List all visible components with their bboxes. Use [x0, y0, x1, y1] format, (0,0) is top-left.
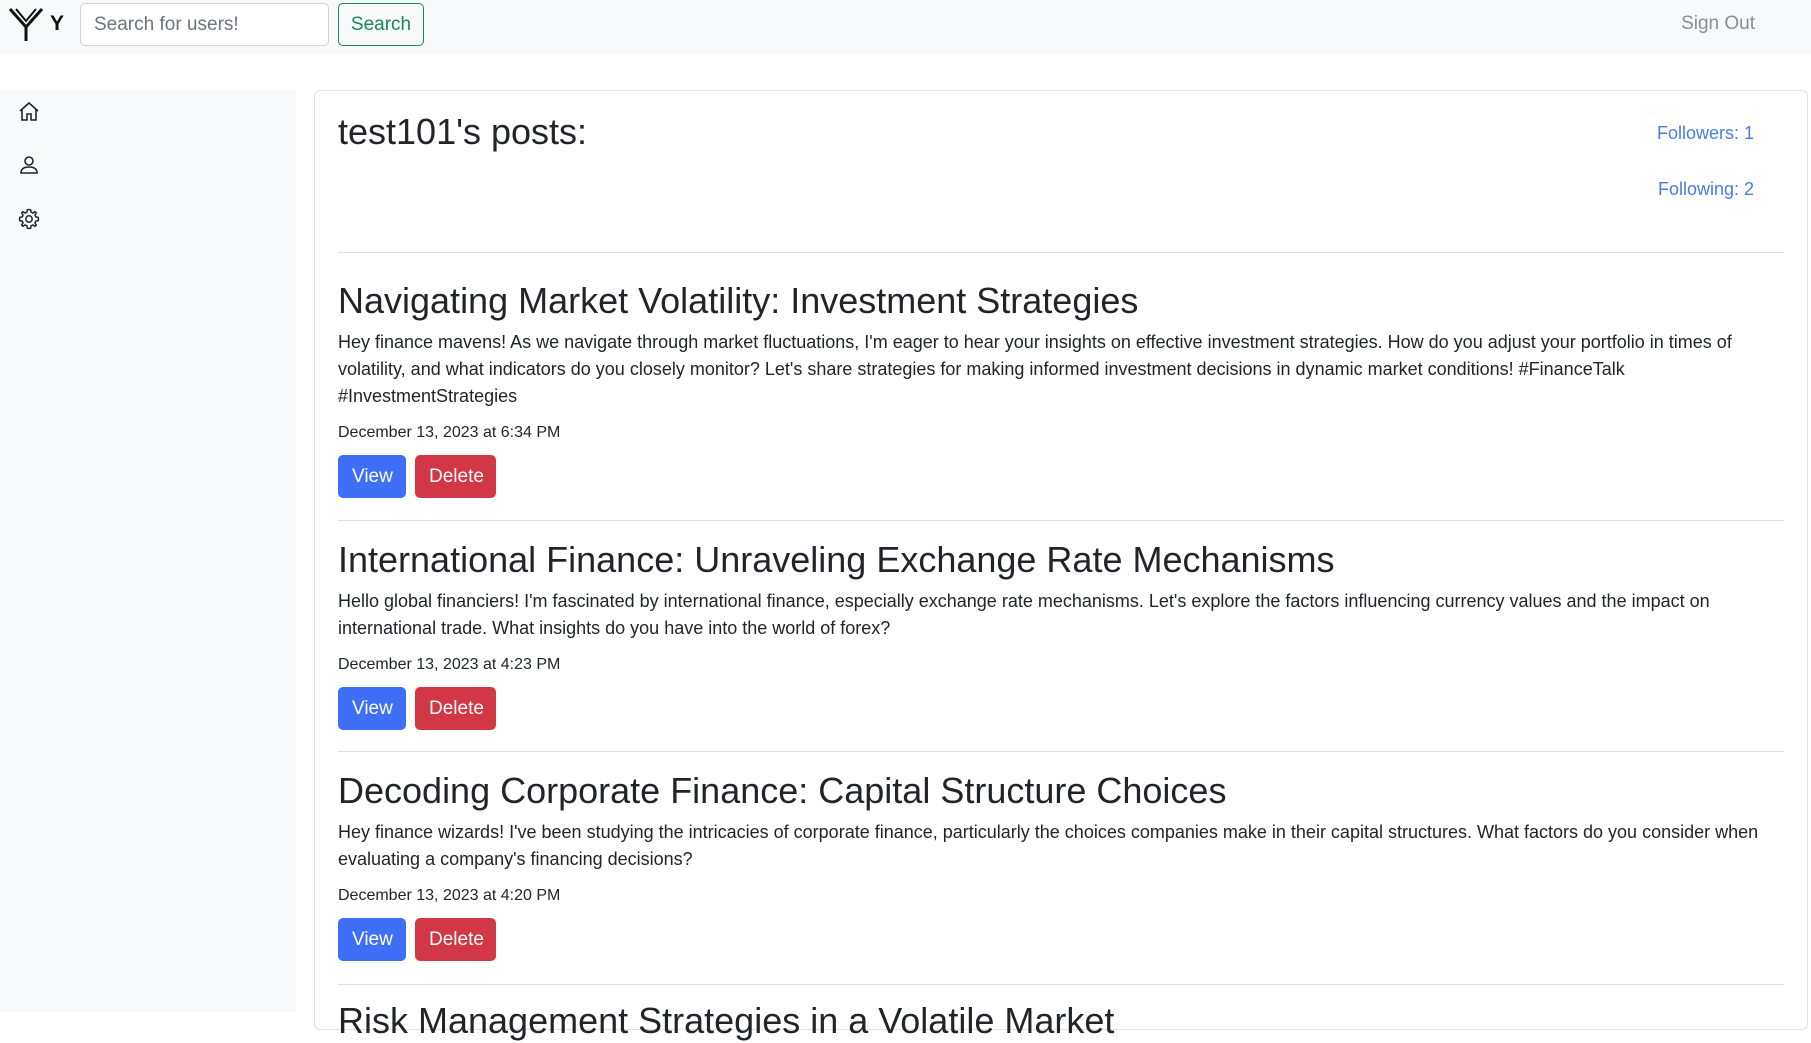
divider — [338, 252, 1784, 253]
post-body: Hello global financiers! I'm fascinated … — [338, 591, 1710, 638]
delete-button[interactable]: Delete — [415, 918, 496, 961]
post-card: Decoding Corporate Finance: Capital Stru… — [338, 769, 1784, 961]
home-icon[interactable] — [16, 99, 42, 125]
view-button[interactable]: View — [338, 918, 406, 961]
post-title: Navigating Market Volatility: Investment… — [338, 280, 1139, 321]
brand-text: Y — [50, 12, 65, 35]
post-card: International Finance: Unraveling Exchan… — [338, 538, 1784, 730]
view-button[interactable]: View — [338, 455, 406, 498]
user-icon[interactable] — [16, 152, 42, 178]
view-button[interactable]: View — [338, 687, 406, 730]
divider — [338, 984, 1784, 985]
followers-link[interactable]: Followers: 1 — [1657, 123, 1754, 144]
delete-button[interactable]: Delete — [415, 455, 496, 498]
y-logo-icon — [8, 8, 44, 41]
gear-icon[interactable] — [16, 206, 42, 232]
post-title: Decoding Corporate Finance: Capital Stru… — [338, 770, 1227, 811]
post-card: Risk Management Strategies in a Volatile… — [338, 999, 1784, 1043]
brand-logo[interactable]: Y — [8, 6, 64, 42]
search-button[interactable]: Search — [338, 3, 424, 46]
post-date: December 13, 2023 at 4:20 PM — [338, 887, 561, 904]
page-title: test101's posts: — [338, 111, 588, 152]
post-title: Risk Management Strategies in a Volatile… — [338, 1000, 1115, 1041]
posts-panel: test101's posts: Followers: 1 Following:… — [314, 90, 1808, 1041]
post-date: December 13, 2023 at 6:34 PM — [338, 424, 561, 441]
post-card: Navigating Market Volatility: Investment… — [338, 279, 1784, 498]
top-navbar: Y Search Sign Out — [0, 0, 1811, 55]
search-input[interactable] — [80, 3, 329, 46]
following-link[interactable]: Following: 2 — [1658, 179, 1754, 200]
divider — [338, 520, 1784, 521]
post-body: Hey finance wizards! I've been studying … — [338, 822, 1759, 869]
sign-out-link[interactable]: Sign Out — [1681, 13, 1755, 35]
divider — [338, 751, 1784, 752]
delete-button[interactable]: Delete — [415, 687, 496, 730]
post-title: International Finance: Unraveling Exchan… — [338, 539, 1335, 580]
sidebar — [0, 90, 296, 1012]
post-body: Hey finance mavens! As we navigate throu… — [338, 332, 1732, 406]
post-date: December 13, 2023 at 4:23 PM — [338, 656, 561, 673]
